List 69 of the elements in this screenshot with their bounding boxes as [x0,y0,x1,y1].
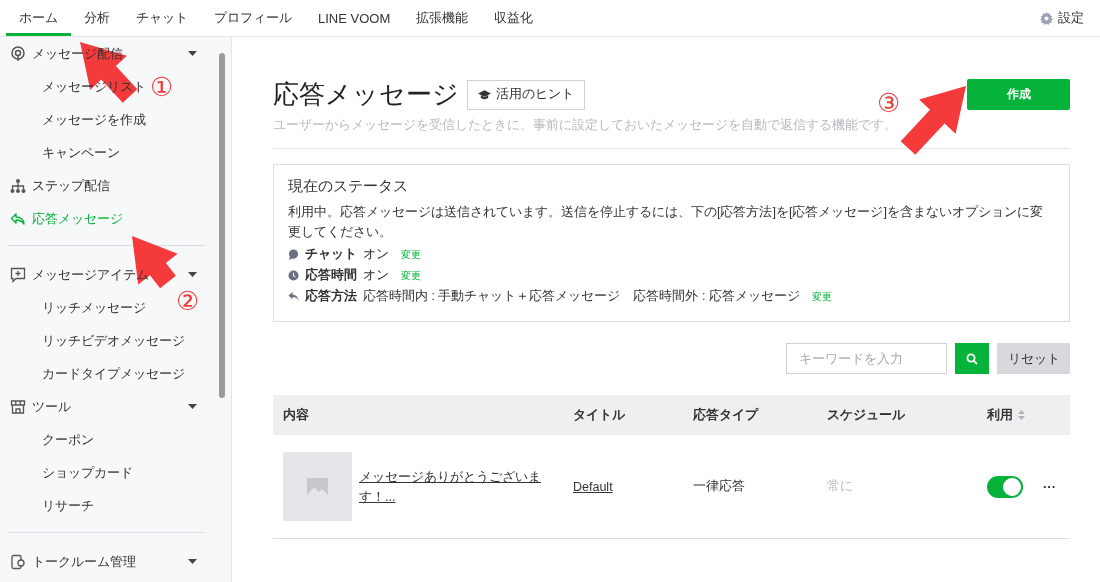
status-label: チャット [305,246,357,263]
sidebar-subitem[interactable]: リッチビデオメッセージ [42,324,185,357]
status-label: 応答方法 [305,288,357,305]
sidebar-subitem[interactable]: リッチメッセージ [42,291,146,324]
sort-icon[interactable] [1018,410,1025,420]
reset-button[interactable]: リセット [997,343,1070,374]
hint-button[interactable]: 活用のヒント [467,79,585,110]
graduation-cap-icon [478,89,491,100]
sidebar-subitem[interactable]: キャンペーン [42,136,120,169]
settings-icon[interactable] [1040,11,1053,25]
schedule-text: 常に [827,478,854,495]
reply-icon [10,210,26,227]
broadcast-icon [10,45,26,62]
settings-link[interactable]: 設定 [1058,9,1084,27]
nav-tab[interactable]: 収益化 [481,0,547,36]
column-header: 利用 [987,406,1013,424]
title-link[interactable]: Default [573,479,613,494]
sidebar-label: 応答メッセージ [32,209,123,228]
sidebar-subitem[interactable]: ショップカード [42,456,133,489]
column-header: タイトル [573,406,625,424]
sidebar-item[interactable]: トークルーム管理 [8,545,205,578]
toggle-switch[interactable] [987,475,1023,498]
sidebar-item[interactable]: ツール [8,390,205,423]
sidebar-item[interactable]: ステップ配信 [8,169,205,202]
sidebar-label: ステップ配信 [32,176,110,195]
status-title: 現在のステータス [288,177,409,196]
room-icon [10,553,26,570]
nav-tab[interactable]: LINE VOOM [305,0,404,36]
reply-icon [288,291,299,302]
pointer-arrow [80,42,138,103]
column-header: 応答タイプ [693,406,758,424]
keyword-field[interactable]: キーワードを入力 [786,343,947,374]
sidebar-subitem[interactable]: リサーチ [42,489,94,522]
hierarchy-icon [10,177,26,194]
sidebar-subitem[interactable]: メッセージリスト [42,70,146,103]
status-label: 応答時間 [305,267,357,284]
column-header: スケジュール [827,406,905,424]
sidebar-label: トークルーム管理 [32,552,136,571]
pointer-arrow [900,86,966,155]
step-number: ① [150,72,174,103]
caret-icon[interactable] [188,271,197,278]
add-message-icon [10,266,26,283]
status-message: 利用中。応答メッセージは送信されています。送信を停止するには、下の[応答方法]を[応答メッセージ]を含まないオプションに変更してください。 [288,204,1044,241]
status-value: 応答時間内 : 手動チャット＋応答メッセージ 応答時間外 : 応答メッセージ [363,288,800,305]
search-button[interactable] [955,343,989,374]
nav-tab[interactable]: チャット [123,0,201,36]
column-header: 内容 [283,406,309,424]
shop-icon [10,398,26,415]
status-value: オン [363,267,389,284]
sidebar-label: メッセージアイテム [32,265,149,284]
status-value: オン [363,246,389,263]
message-link[interactable]: メッセージありがとうございます！... [359,466,543,507]
caret-icon[interactable] [188,50,197,57]
sidebar-subitem[interactable]: メッセージを作成 [42,103,146,136]
clock-icon [288,270,299,281]
response-type: 一律応答 [693,478,746,495]
sidebar-subitem[interactable]: クーポン [42,423,94,456]
search-icon [966,352,978,365]
step-number: ③ [877,88,901,119]
chat-bubble-icon [288,249,299,260]
caret-icon[interactable] [188,558,197,565]
page-title: 応答メッセージ [273,78,459,111]
nav-tab[interactable]: プロフィール [201,0,305,36]
sidebar-label: ツール [32,397,71,416]
caret-icon[interactable] [188,403,197,410]
nav-tab[interactable]: 分析 [71,0,123,36]
sidebar-subitem[interactable]: カードタイプメッセージ [42,357,185,390]
nav-tab[interactable]: 拡張機能 [403,0,482,36]
more-menu[interactable]: ··· [1043,479,1056,494]
